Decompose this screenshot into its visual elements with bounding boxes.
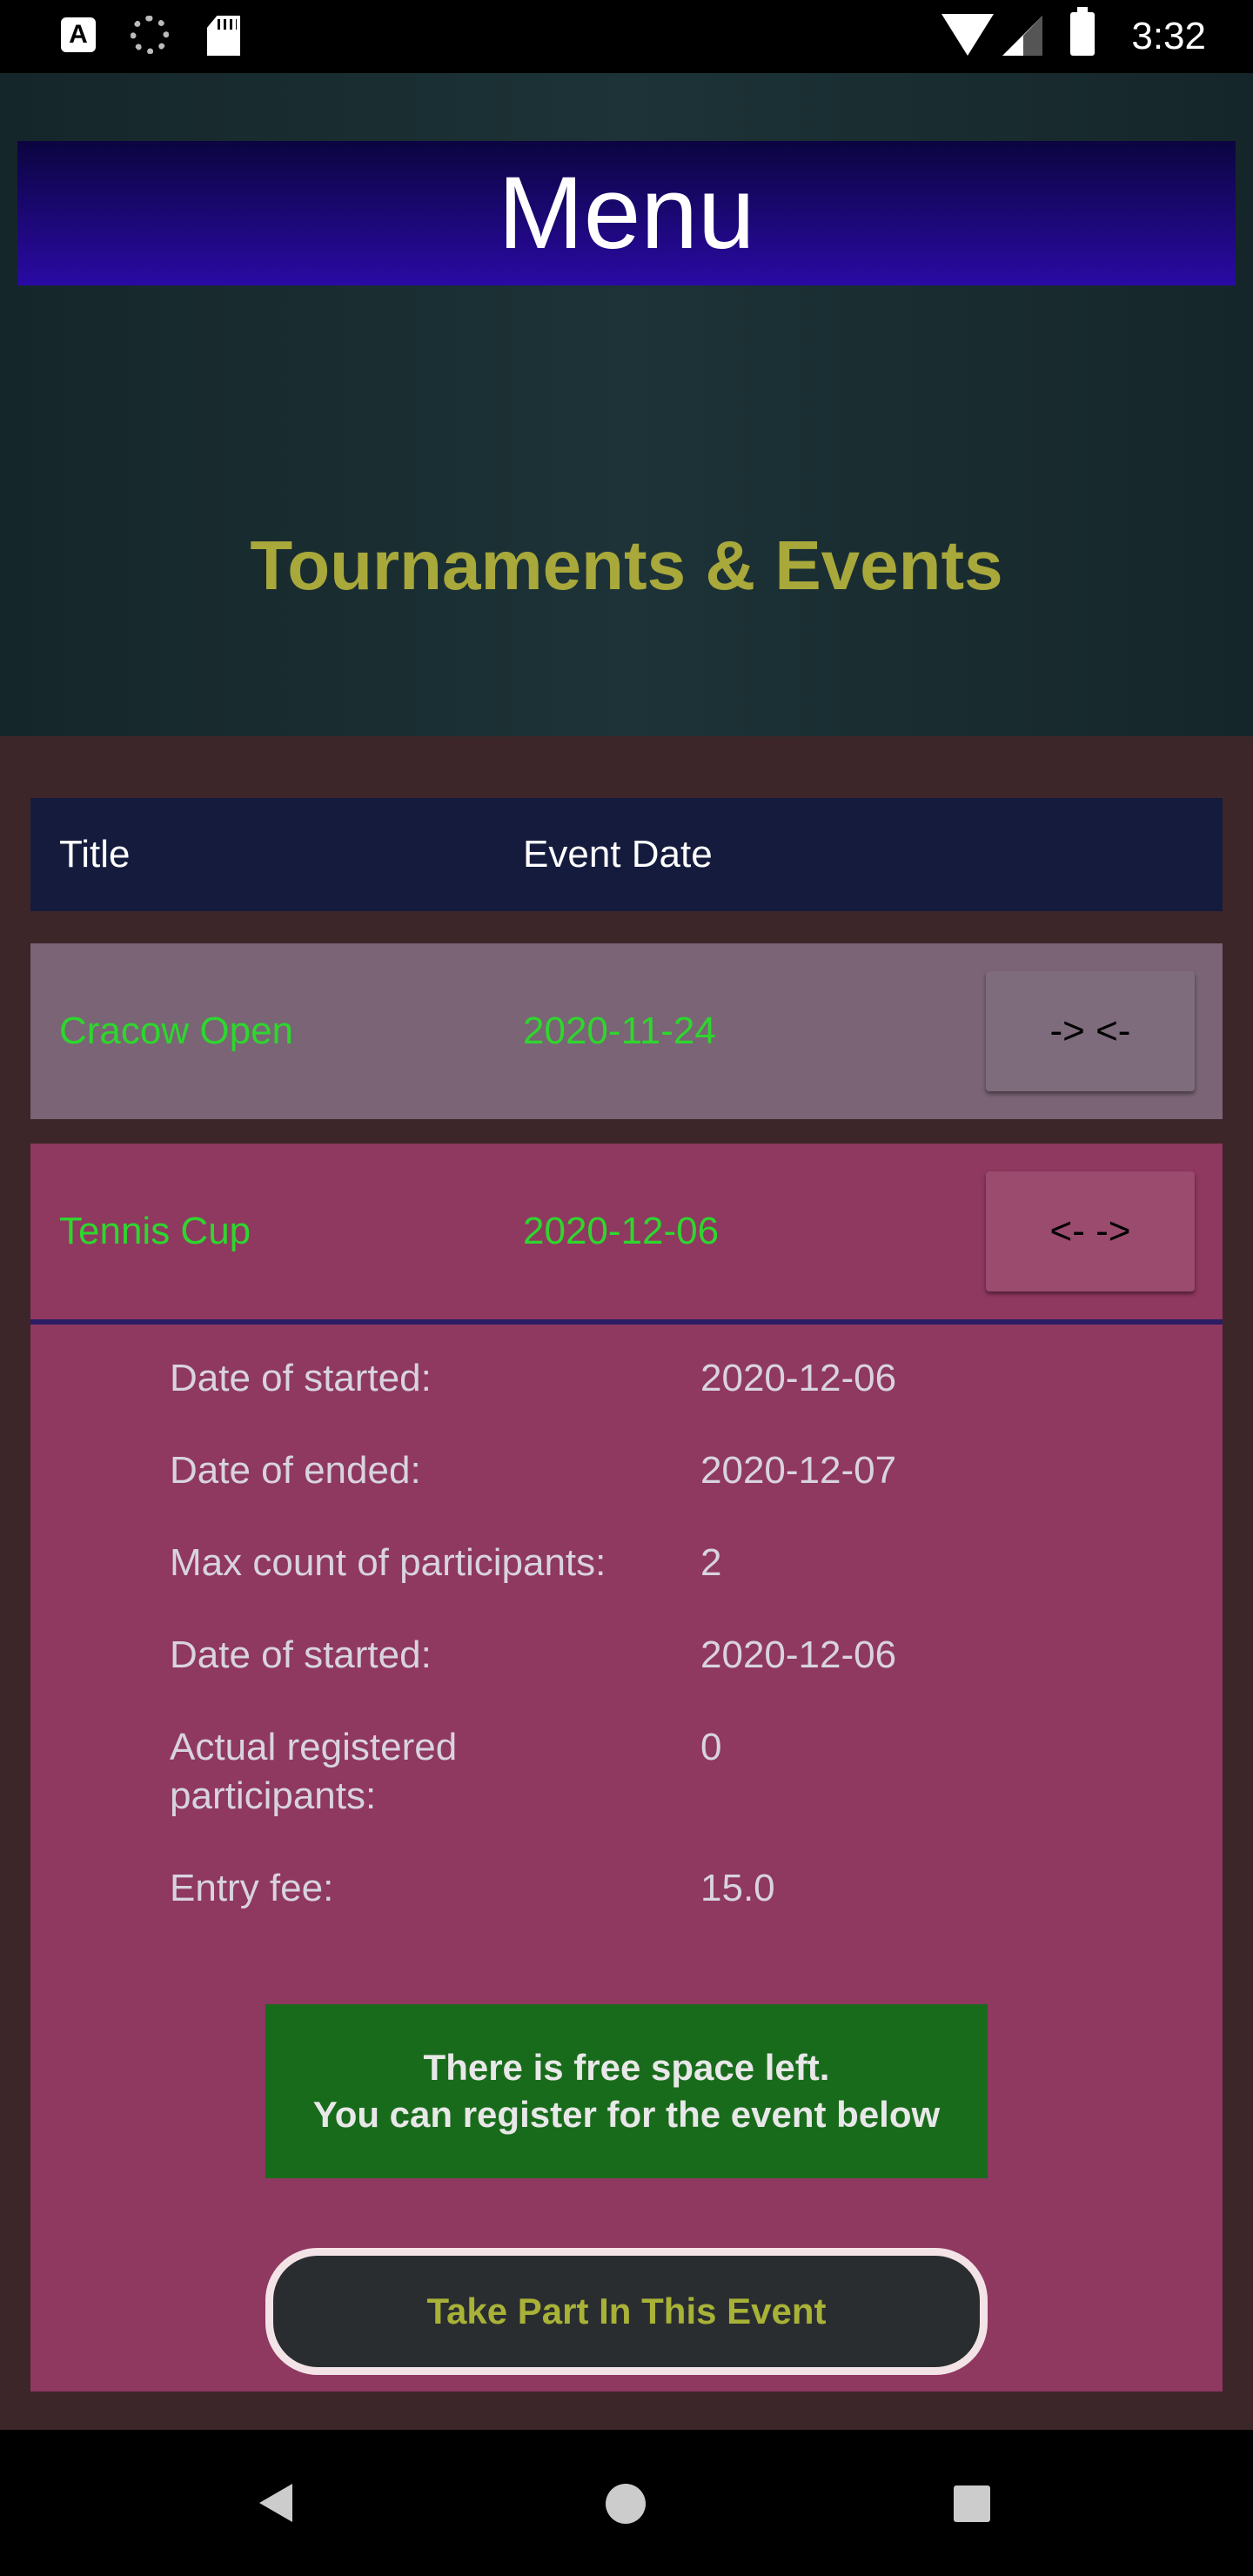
detail-label: Max count of participants: xyxy=(170,1541,606,1584)
detail-value: 15.0 xyxy=(700,1867,775,1909)
navigation-bar xyxy=(0,2430,1253,2576)
detail-value: 2020-12-07 xyxy=(700,1449,897,1492)
detail-label: Date of ended: xyxy=(170,1449,421,1492)
table-row: Tennis Cup 2020-12-06 <- -> xyxy=(30,1144,1223,1319)
detail-value: 2020-12-06 xyxy=(700,1633,897,1676)
sd-card-icon xyxy=(207,16,240,56)
event-date: 2020-11-24 xyxy=(523,1010,716,1052)
page-title: Tournaments & Events xyxy=(250,527,1003,604)
detail-label: Date of started: xyxy=(170,1633,432,1676)
a-icon: A xyxy=(61,17,96,52)
event-details-panel: Date of started: 2020-12-06 Date of ende… xyxy=(30,1325,1223,2392)
table-header: Title Event Date xyxy=(30,798,1223,911)
column-header-title: Title xyxy=(59,833,131,875)
event-date: 2020-12-06 xyxy=(523,1210,720,1252)
detail-label: Entry fee: xyxy=(170,1867,334,1909)
detail-label: Date of started: xyxy=(170,1357,432,1399)
home-icon[interactable] xyxy=(606,2484,646,2524)
event-title: Tennis Cup xyxy=(59,1210,251,1252)
expand-toggle-button[interactable]: -> <- xyxy=(986,971,1195,1091)
column-header-event-date: Event Date xyxy=(523,833,713,875)
collapse-toggle-button[interactable]: <- -> xyxy=(986,1171,1195,1291)
detail-label: Actual registered participants: xyxy=(170,1726,458,1817)
spinner-icon xyxy=(131,16,169,54)
free-space-notice: There is free space left. You can regist… xyxy=(265,2004,988,2178)
detail-value: 2 xyxy=(700,1541,722,1584)
take-part-button[interactable]: Take Part In This Event xyxy=(265,2248,988,2375)
back-icon[interactable] xyxy=(259,2484,292,2522)
status-time: 3:32 xyxy=(1131,15,1206,57)
detail-value: 0 xyxy=(700,1726,722,1768)
recents-icon[interactable] xyxy=(954,2485,990,2522)
battery-icon xyxy=(1070,7,1095,56)
menu-button[interactable]: Menu xyxy=(17,141,1236,285)
detail-value: 2020-12-06 xyxy=(700,1357,897,1399)
event-title: Cracow Open xyxy=(59,1010,294,1052)
status-bar: A 3:32 xyxy=(0,0,1253,73)
table-row: Cracow Open 2020-11-24 -> <- xyxy=(30,943,1223,1119)
notice-line: You can register for the event below xyxy=(312,2094,941,2135)
wifi-icon xyxy=(941,14,994,56)
notice-line: There is free space left. xyxy=(423,2047,830,2088)
